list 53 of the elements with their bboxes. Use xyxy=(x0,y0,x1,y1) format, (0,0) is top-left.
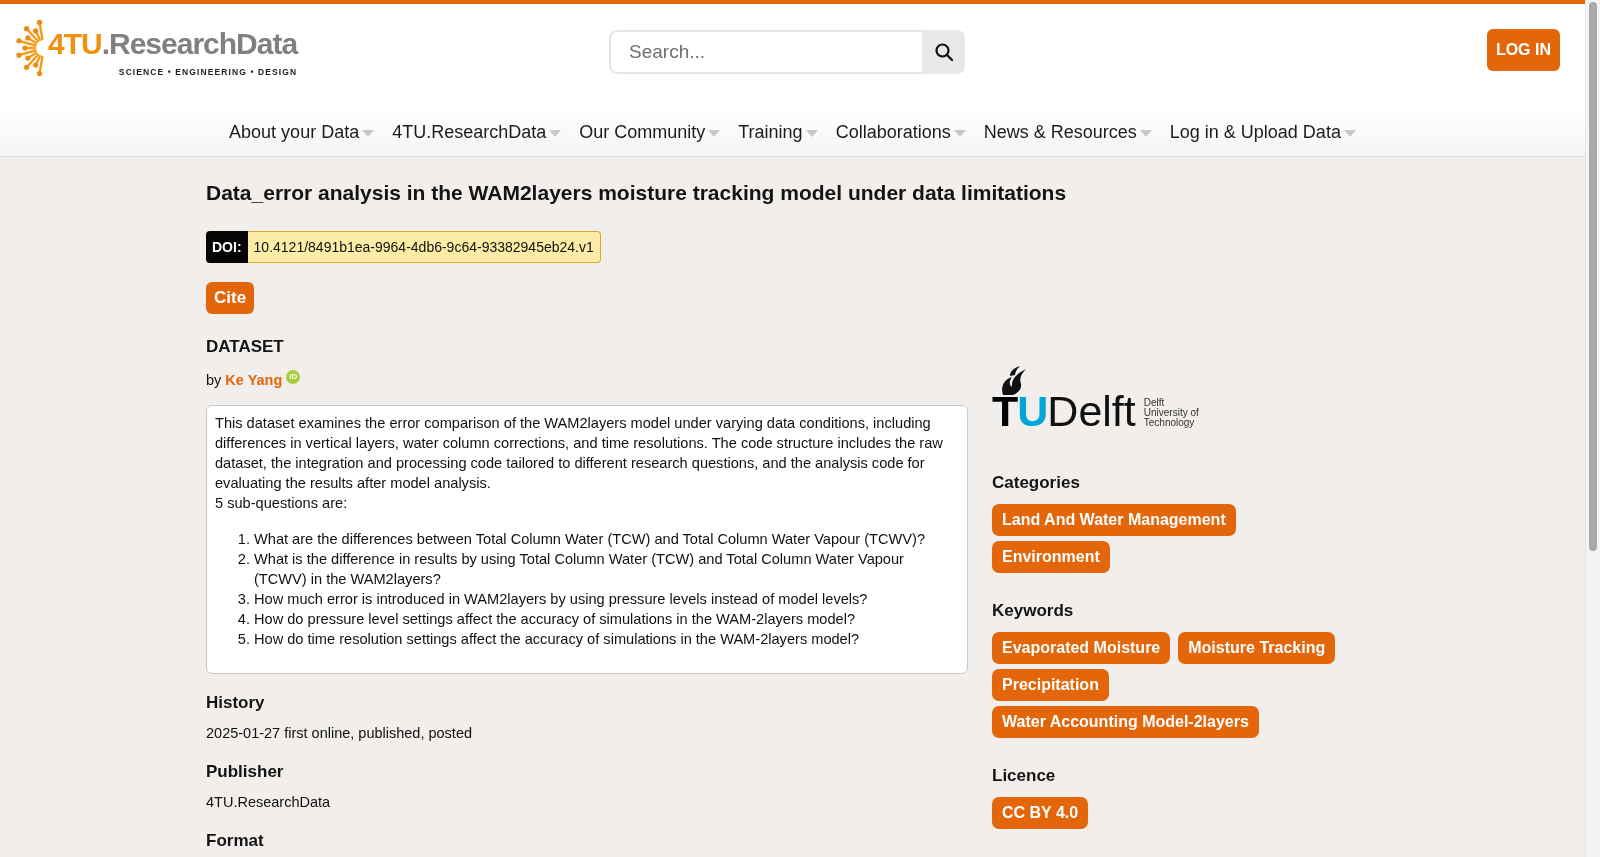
list-number: 1. xyxy=(236,530,250,549)
byline-label: by xyxy=(206,371,222,390)
login-button[interactable]: LOG IN xyxy=(1486,29,1560,71)
orcid-icon[interactable]: iD xyxy=(286,370,301,384)
question-text: How do time resolution settings affect the accuracy of simulations in the WAM-2layers model? xyxy=(254,630,861,649)
search-icon xyxy=(934,43,953,61)
section-value: 4TU.ResearchData xyxy=(206,793,332,812)
section-heading: Keywords xyxy=(992,600,1075,622)
tag-link[interactable]: Precipitation xyxy=(992,669,1109,701)
logo-wordmark[interactable]: 4TU.ResearchData xyxy=(48,27,298,61)
list-number: 4. xyxy=(236,610,250,629)
tag-link[interactable]: Moisture Tracking xyxy=(1178,632,1336,664)
question-text: How much error is introduced in WAM2layers by using pressure levels instead of model levels? xyxy=(254,590,869,609)
section-heading: Publisher xyxy=(206,761,285,783)
cite-button[interactable]: Cite xyxy=(206,282,255,314)
question-text: How do pressure level settings affect the accuracy of simulations in the WAM-2layers model? xyxy=(254,610,857,629)
tag-link[interactable]: Land And Water Management xyxy=(992,504,1236,536)
search-button[interactable] xyxy=(922,30,965,74)
nav-menu-item[interactable]: About your Data xyxy=(229,121,375,143)
sunburst-icon xyxy=(14,19,46,77)
tag-link[interactable]: Environment xyxy=(992,541,1110,573)
doi-label: DOI: xyxy=(206,231,248,263)
nav-menu-item[interactable]: News & Resources xyxy=(983,121,1152,143)
institution-caption: Delft University of Technology xyxy=(1143,398,1199,429)
nav-menu-item[interactable]: Our Community xyxy=(579,121,721,143)
section-heading: History xyxy=(206,692,266,714)
nav-menu-item[interactable]: 4TU.ResearchData xyxy=(392,121,562,143)
section-heading: Licence xyxy=(992,765,1057,787)
logo-tagline: SCIENCE • ENGINEERING • DESIGN xyxy=(118,67,298,78)
dataset-type-heading: DATASET xyxy=(206,336,285,358)
tag-link[interactable]: Water Accounting Model-2layers xyxy=(992,706,1259,738)
list-number: 2. xyxy=(236,550,250,569)
tag-link[interactable]: Evaporated Moisture xyxy=(992,632,1171,664)
nav-menu-item[interactable]: Collaborations xyxy=(835,121,966,143)
section-heading: Categories xyxy=(992,472,1081,494)
section-heading: Format xyxy=(206,830,265,852)
description-text: 5 sub-questions are: xyxy=(215,494,349,513)
nav-menu-item[interactable]: Log in & Upload Data xyxy=(1169,121,1356,143)
scrollbar[interactable] xyxy=(1585,0,1600,857)
list-number: 5. xyxy=(236,630,250,649)
section-value: 2025-01-27 first online, published, posted xyxy=(206,724,473,743)
doi-value[interactable]: 10.4121/8491b1ea-9964-4db6-9c64-93382945eb24.v1 xyxy=(247,231,601,263)
list-number: 3. xyxy=(236,590,250,609)
question-text: What are the differences between Total Column Water (TCW) and Total Column Water Vapour (TCWV)? xyxy=(254,530,927,549)
nav-menu-item[interactable]: Training xyxy=(738,121,818,143)
scrollbar-thumb[interactable] xyxy=(1589,2,1597,551)
dataset-title: Data_error analysis in the WAM2layers moisture tracking model under data limitations xyxy=(206,180,1068,206)
question-text: What is the difference in results by using Total Column Water (TCW) and Total Column Water Vapour (TCWV) in the WAM2layers? xyxy=(254,550,905,589)
search-field[interactable]: Search... xyxy=(609,30,922,74)
author-link[interactable]: Ke Yang xyxy=(225,370,283,390)
institution-wordmark[interactable]: TUDelft xyxy=(992,393,1136,429)
tag-link[interactable]: CC BY 4.0 xyxy=(992,797,1089,829)
description-text: This dataset examines the error comparison of the WAM2layers model under varying data conditions, including differences in vertical layers, water column corrections, and time resolutions. The code structure includes the raw dataset, the integration and processing code tailored to different research questions, and the analysis code for evaluating the results after model analysis. xyxy=(215,414,944,493)
